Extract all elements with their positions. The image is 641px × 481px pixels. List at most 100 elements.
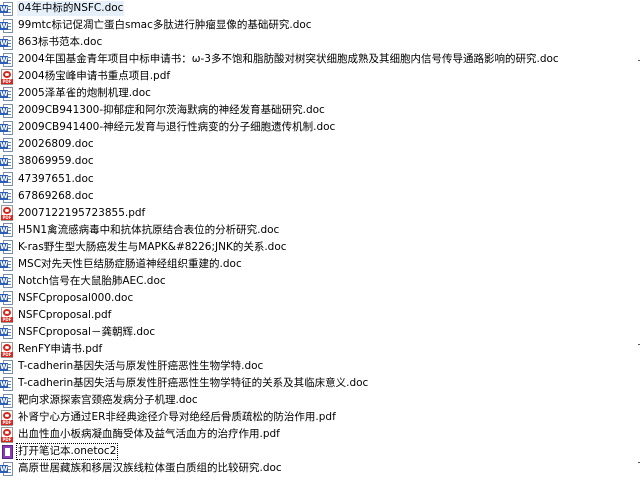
word-document-icon: W <box>0 222 14 238</box>
file-item[interactable]: W 2005泽革雀的炮制机理.doc <box>0 85 152 102</box>
word-badge: W <box>0 38 8 47</box>
word-badge: W <box>0 106 8 115</box>
file-item[interactable]: W Notch信号在大鼠胎肺AEC.doc <box>0 273 167 290</box>
file-item[interactable]: W 高原世居藏族和移居汉族线粒体蛋白质组的比较研究.doc <box>0 460 283 477</box>
pdf-document-icon: PDF <box>0 409 14 426</box>
pdf-badge: PDF <box>1 317 13 323</box>
word-document-icon: W <box>0 171 14 187</box>
word-document-icon: W <box>0 120 14 136</box>
file-name: 靶向求源探索宫颈癌发病分子机理.doc <box>18 394 198 407</box>
file-item[interactable]: W 38069959.doc <box>0 153 95 170</box>
file-item[interactable]: PDF RenFY申请书.pdf <box>0 341 103 358</box>
word-document-icon: W <box>0 1 14 17</box>
file-name: MSC对先天性巨结肠症肠道神经组织重建的.doc <box>18 257 242 270</box>
word-badge: W <box>0 157 8 166</box>
file-item[interactable]: W NSFCproposal000.doc <box>0 290 134 307</box>
word-document-icon: W <box>0 103 14 119</box>
word-badge: W <box>0 294 8 303</box>
file-list: W 04年中标的NSFC.doc W 99mtc标记促凋亡蛋白smac多肽进行肿瘤显像… <box>0 0 636 481</box>
word-document-icon: W <box>0 273 14 289</box>
scroll-tick <box>638 60 640 61</box>
file-item[interactable]: PDF 2004杨宝峰申请书重点项目.pdf <box>0 68 171 85</box>
word-document-icon: W <box>0 359 14 375</box>
pdf-badge: PDF <box>1 436 13 442</box>
file-name: NSFCproposal000.doc <box>18 291 134 304</box>
word-badge: W <box>0 123 8 132</box>
file-name: 67869268.doc <box>18 189 94 202</box>
file-item[interactable]: 打开笔记本.onetoc2 <box>0 443 119 461</box>
file-name: 打开笔记本.onetoc2 <box>15 443 119 461</box>
file-name: T-cadherin基因失活与原发性肝癌恶性生物学特.doc <box>18 360 264 373</box>
pdf-document-icon: PDF <box>0 426 14 443</box>
file-name: 2005泽革雀的炮制机理.doc <box>18 87 151 100</box>
word-badge: W <box>0 55 8 64</box>
file-item[interactable]: PDF 出血性血小板病凝血酶受体及益气活血方的治疗作用.pdf <box>0 426 281 443</box>
file-name: 863标书范本.doc <box>18 36 103 49</box>
pdf-badge: PDF <box>1 419 13 425</box>
file-name: 47397651.doc <box>18 172 94 185</box>
file-name: 高原世居藏族和移居汉族线粒体蛋白质组的比较研究.doc <box>18 462 282 475</box>
file-item[interactable]: W T-cadherin基因失活与原发性肝癌恶性生物学特征的关系及其临床意义.do… <box>0 375 369 392</box>
file-item[interactable]: W H5N1禽流感病毒中和抗体抗原结合表位的分析研究.doc <box>0 222 280 239</box>
file-name: 2009CB941400-神经元发育与退行性病变的分子细胞遗传机制.doc <box>18 121 336 134</box>
file-item[interactable]: W T-cadherin基因失活与原发性肝癌恶性生物学特.doc <box>0 358 264 375</box>
word-badge: W <box>0 379 8 388</box>
file-item[interactable]: W 99mtc标记促凋亡蛋白smac多肽进行肿瘤显像的基础研究.doc <box>0 17 313 34</box>
file-item[interactable]: W 靶向求源探索宫颈癌发病分子机理.doc <box>0 392 199 409</box>
word-document-icon: W <box>0 154 14 170</box>
scroll-tick <box>638 344 640 345</box>
pdf-document-icon: PDF <box>0 205 14 222</box>
word-badge: W <box>0 328 8 337</box>
file-item[interactable]: W 04年中标的NSFC.doc <box>0 0 125 17</box>
word-badge: W <box>0 396 8 405</box>
word-document-icon: W <box>0 393 14 409</box>
file-item[interactable]: W MSC对先天性巨结肠症肠道神经组织重建的.doc <box>0 256 243 273</box>
pdf-document-icon: PDF <box>0 307 14 324</box>
file-item[interactable]: W 863标书范本.doc <box>0 34 103 51</box>
file-item[interactable]: PDF NSFCproposal.pdf <box>0 307 112 324</box>
word-document-icon: W <box>0 256 14 272</box>
file-name: 04年中标的NSFC.doc <box>17 1 125 16</box>
file-item[interactable]: W 47397651.doc <box>0 171 95 188</box>
word-document-icon: W <box>0 376 14 392</box>
word-badge: W <box>0 243 8 252</box>
file-item[interactable]: W 20026809.doc <box>0 136 95 153</box>
file-name: 99mtc标记促凋亡蛋白smac多肽进行肿瘤显像的基础研究.doc <box>18 19 312 32</box>
file-name: Notch信号在大鼠胎肺AEC.doc <box>18 274 166 287</box>
word-badge: W <box>0 21 8 30</box>
word-badge: W <box>0 192 8 201</box>
file-name: 20026809.doc <box>18 138 94 151</box>
file-name: 2009CB941300-抑郁症和阿尔茨海默病的神经发育基础研究.doc <box>18 104 325 117</box>
word-badge: W <box>0 260 8 269</box>
word-badge: W <box>0 175 8 183</box>
file-item[interactable]: PDF 补肾宁心方通过ER非经典途径介导对绝经后骨质疏松的防治作用.pdf <box>0 409 337 426</box>
word-badge: W <box>0 362 8 371</box>
file-item[interactable]: W 67869268.doc <box>0 188 95 205</box>
file-name: 补肾宁心方通过ER非经典途径介导对绝经后骨质疏松的防治作用.pdf <box>18 411 336 424</box>
word-badge: W <box>0 464 8 473</box>
word-document-icon: W <box>0 290 14 306</box>
file-name: 2004杨宝峰申请书重点项目.pdf <box>18 70 171 83</box>
pdf-document-icon: PDF <box>0 68 14 85</box>
word-badge: W <box>0 226 8 235</box>
file-item[interactable]: PDF 2007122195723855.pdf <box>0 205 146 222</box>
word-document-icon: W <box>0 18 14 34</box>
file-name: RenFY申请书.pdf <box>18 343 103 355</box>
word-document-icon: W <box>0 137 14 153</box>
file-item[interactable]: W K-ras野生型大肠癌发生与MAPK&#8226;JNK的关系.doc <box>0 239 288 256</box>
word-badge: W <box>0 277 8 286</box>
file-item[interactable]: W 2004年国基金青年项目中标申请书：ω-3多不饱和脂肪酸对树突状细胞成熟及其细… <box>0 51 560 68</box>
word-badge: W <box>0 4 8 13</box>
file-name: 2007122195723855.pdf <box>18 206 146 219</box>
file-item[interactable]: W NSFCproposal－龚朝辉.doc <box>0 324 156 341</box>
file-name: 38069959.doc <box>18 155 94 168</box>
file-item[interactable]: W 2009CB941300-抑郁症和阿尔茨海默病的神经发育基础研究.doc <box>0 102 326 119</box>
word-document-icon: W <box>0 239 14 255</box>
word-badge: W <box>0 89 8 98</box>
onenote-notebook-icon <box>0 444 14 460</box>
file-item[interactable]: W 2009CB941400-神经元发育与退行性病变的分子细胞遗传机制.doc <box>0 119 336 136</box>
file-name: 2004年国基金青年项目中标申请书：ω-3多不饱和脂肪酸对树突状细胞成熟及其细胞… <box>18 53 559 66</box>
word-document-icon: W <box>0 324 14 340</box>
word-document-icon: W <box>0 52 14 68</box>
file-name: K-ras野生型大肠癌发生与MAPK&#8226;JNK的关系.doc <box>18 240 287 253</box>
